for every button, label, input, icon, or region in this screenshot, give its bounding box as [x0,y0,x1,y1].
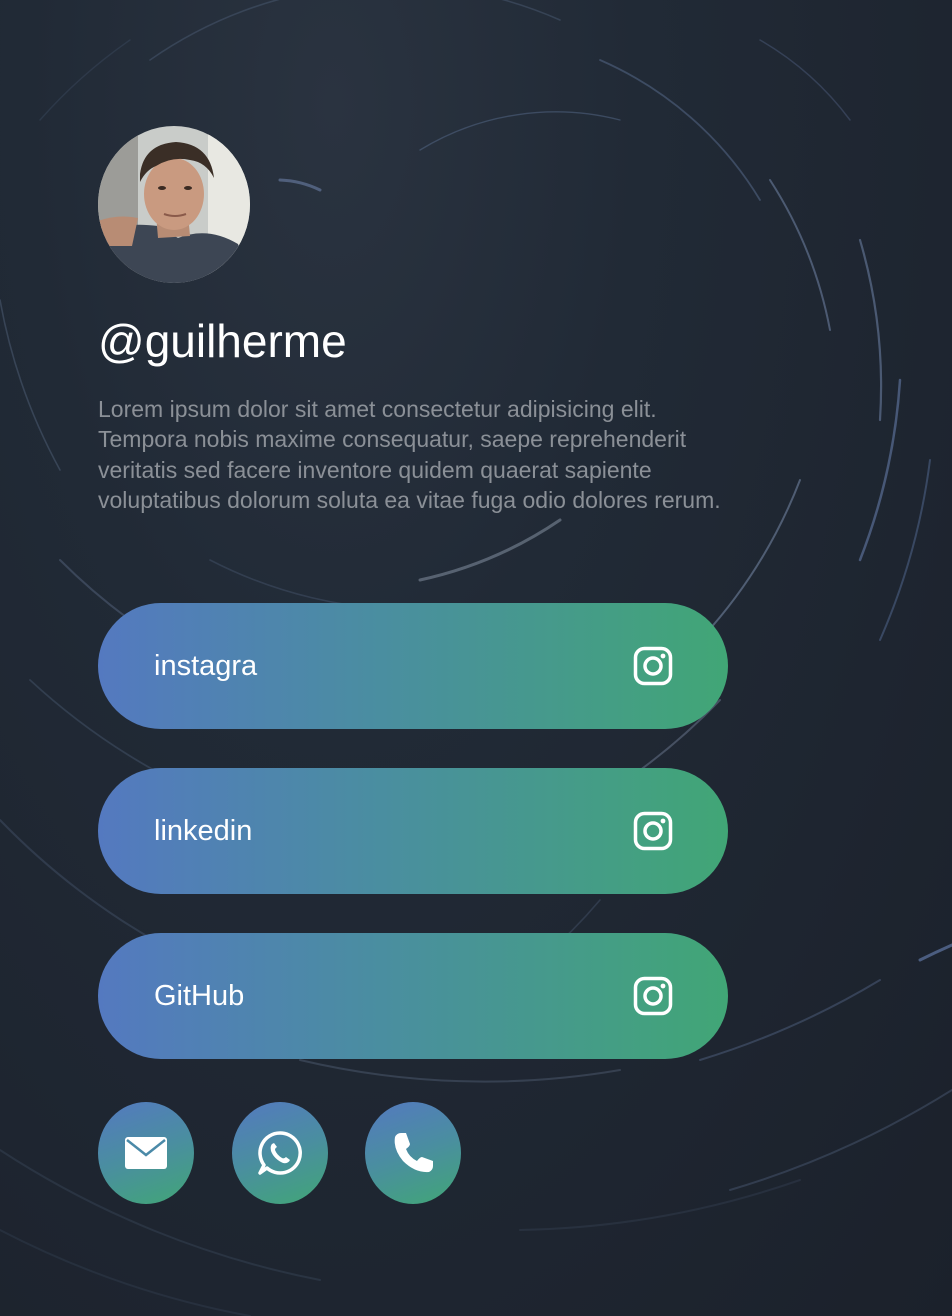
instagram-icon [633,976,673,1016]
link-label: GitHub [154,980,245,1012]
link-label: linkedin [154,815,253,847]
avatar [98,126,250,283]
phone-icon [394,1133,433,1173]
instagram-icon [633,646,673,686]
link-list: instagra linkedin GitHub [98,603,728,1059]
profile-handle: @guilherme [98,315,347,367]
profile-card: @guilherme Lorem ipsum dolor sit amet co… [98,126,728,1204]
link-button-github[interactable]: GitHub [98,933,728,1059]
link-button-instagram[interactable]: instagra [98,603,728,729]
mail-icon [125,1137,167,1169]
instagram-icon [633,811,673,851]
link-label: instagra [154,650,258,682]
contact-buttons [98,1102,498,1204]
profile-bio: Lorem ipsum dolor sit amet consectetur a… [98,396,721,513]
phone-button[interactable] [365,1102,461,1204]
whatsapp-button[interactable] [232,1102,328,1204]
link-button-linkedin[interactable]: linkedin [98,768,728,894]
whatsapp-icon [258,1131,302,1175]
email-button[interactable] [98,1102,194,1204]
